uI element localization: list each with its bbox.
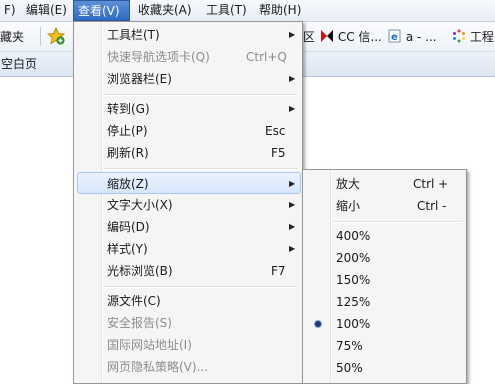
menu-item-label: 放大 xyxy=(336,177,361,191)
zoom-level-100[interactable]: 100% xyxy=(306,313,465,335)
menu-item-international-address[interactable]: 国际网站地址(I) xyxy=(77,334,301,356)
submenu-arrow-icon: ▶ xyxy=(289,179,296,188)
loading-icon xyxy=(453,29,465,43)
menu-item-label: 150% xyxy=(336,273,371,287)
menu-edit[interactable]: 编辑(E) xyxy=(22,0,71,21)
menu-item-label: 100% xyxy=(336,317,371,331)
favorite-item-label: a - ... xyxy=(405,30,437,44)
menu-item-label: 浏览器栏(E) xyxy=(107,72,172,86)
menu-file[interactable]: F) xyxy=(0,0,20,21)
tab-blank-page[interactable]: 空白页 xyxy=(0,55,37,74)
menu-separator xyxy=(104,94,298,96)
menu-item-shortcut: Ctrl+Q xyxy=(246,50,287,64)
menu-item-label: 刷新(R) xyxy=(107,146,149,160)
menu-item-security-report[interactable]: 安全报告(S) xyxy=(77,312,301,334)
menu-item-shortcut: Esc xyxy=(265,124,286,138)
favorites-button[interactable]: 藏夹 xyxy=(0,27,24,47)
favorite-item[interactable]: CC 信... xyxy=(320,27,382,47)
submenu-arrow-icon: ▶ xyxy=(289,30,296,39)
menu-item-label: 网页隐私策略(V)... xyxy=(107,360,209,374)
menu-item-source[interactable]: 源文件(C) xyxy=(77,290,301,312)
menu-item-toolbars[interactable]: 工具栏(T) ▶ xyxy=(77,24,301,46)
submenu-arrow-icon: ▶ xyxy=(289,222,296,231)
menu-view[interactable]: 查看(V) xyxy=(73,0,130,21)
zoom-level-50[interactable]: 50% xyxy=(306,357,465,379)
favorite-item[interactable]: e a - ... xyxy=(388,27,437,47)
menu-item-label: 工具栏(T) xyxy=(107,28,160,42)
zoom-level-150[interactable]: 150% xyxy=(306,269,465,291)
menu-item-shortcut: Ctrl + xyxy=(413,177,449,191)
zoom-level-75[interactable]: 75% xyxy=(306,335,465,357)
menu-item-shortcut: F7 xyxy=(271,264,286,278)
menu-item-label: 50% xyxy=(336,361,363,375)
submenu-arrow-icon: ▶ xyxy=(289,74,296,83)
menu-item-label: 缩小 xyxy=(336,199,361,213)
menu-item-label: 编码(D) xyxy=(107,220,150,234)
zoom-level-200[interactable]: 200% xyxy=(306,247,465,269)
menu-item-label: 源文件(C) xyxy=(107,294,161,308)
zoom-level-125[interactable]: 125% xyxy=(306,291,465,313)
favorite-item-label: CC 信... xyxy=(337,30,382,44)
star-icon[interactable] xyxy=(46,26,66,47)
menu-item-privacy-policy[interactable]: 网页隐私策略(V)... xyxy=(77,356,301,378)
bowtie-icon xyxy=(321,30,333,42)
menu-item-text-size[interactable]: 文字大小(X) ▶ xyxy=(77,194,301,216)
menu-help[interactable]: 帮助(H) xyxy=(255,0,305,21)
menu-item-label: 安全报告(S) xyxy=(107,316,172,330)
menu-item-label: 快速导航选项卡(Q) xyxy=(107,50,210,64)
submenu-arrow-icon: ▶ xyxy=(289,104,296,113)
menu-item-style[interactable]: 样式(Y) ▶ xyxy=(77,238,301,260)
menu-item-refresh[interactable]: 刷新(R) F5 xyxy=(77,142,301,164)
menu-item-label: 停止(P) xyxy=(107,124,148,138)
menu-item-shortcut: Ctrl - xyxy=(417,199,447,213)
favorite-item-label: 工程 xyxy=(469,30,494,44)
menu-item-shortcut: F5 xyxy=(271,146,286,160)
radio-selected-icon xyxy=(315,321,321,327)
svg-text:e: e xyxy=(391,32,398,43)
submenu-arrow-icon: ▶ xyxy=(289,244,296,253)
divider xyxy=(40,27,41,46)
menu-item-label: 缩放(Z) xyxy=(107,177,149,191)
menu-item-label: 400% xyxy=(336,229,371,243)
menu-item-quick-tabs[interactable]: 快速导航选项卡(Q) Ctrl+Q xyxy=(77,46,301,68)
favorite-item[interactable]: 区 xyxy=(303,27,315,47)
zoom-in-item[interactable]: 放大 Ctrl + xyxy=(306,173,465,195)
menu-item-label: 光标浏览(B) xyxy=(107,264,173,278)
menu-item-label: 125% xyxy=(336,295,371,309)
menu-item-label: 200% xyxy=(336,251,371,265)
menu-item-encoding[interactable]: 编码(D) ▶ xyxy=(77,216,301,238)
menu-separator xyxy=(333,221,462,223)
menu-bar: F) 编辑(E) 查看(V) 收藏夹(A) 工具(T) 帮助(H) xyxy=(0,0,495,22)
zoom-out-item[interactable]: 缩小 Ctrl - xyxy=(306,195,465,217)
menu-item-label: 样式(Y) xyxy=(107,242,148,256)
menu-item-stop[interactable]: 停止(P) Esc xyxy=(77,120,301,142)
view-menu: 工具栏(T) ▶ 快速导航选项卡(Q) Ctrl+Q 浏览器栏(E) ▶ 转到(… xyxy=(73,21,303,384)
menu-item-label: 转到(G) xyxy=(107,102,150,116)
menu-favorites[interactable]: 收藏夹(A) xyxy=(134,0,196,21)
menu-item-label: 文字大小(X) xyxy=(107,198,173,212)
ie-page-icon: e xyxy=(388,29,401,43)
menu-separator xyxy=(104,168,298,170)
menu-item-label: 国际网站地址(I) xyxy=(107,338,192,352)
menu-item-explorer-bars[interactable]: 浏览器栏(E) ▶ xyxy=(77,68,301,90)
menu-item-caret-browsing[interactable]: 光标浏览(B) F7 xyxy=(77,260,301,282)
menu-separator xyxy=(104,286,298,288)
favorite-item[interactable]: 工程 xyxy=(452,27,494,47)
menu-item-go-to[interactable]: 转到(G) ▶ xyxy=(77,98,301,120)
menu-item-label: 75% xyxy=(336,339,363,353)
zoom-submenu: 放大 Ctrl + 缩小 Ctrl - 400% 200% 150% 125% … xyxy=(302,169,467,384)
menu-tools[interactable]: 工具(T) xyxy=(202,0,251,21)
menu-item-zoom[interactable]: 缩放(Z) ▶ xyxy=(77,172,301,194)
submenu-arrow-icon: ▶ xyxy=(289,200,296,209)
zoom-level-400[interactable]: 400% xyxy=(306,225,465,247)
